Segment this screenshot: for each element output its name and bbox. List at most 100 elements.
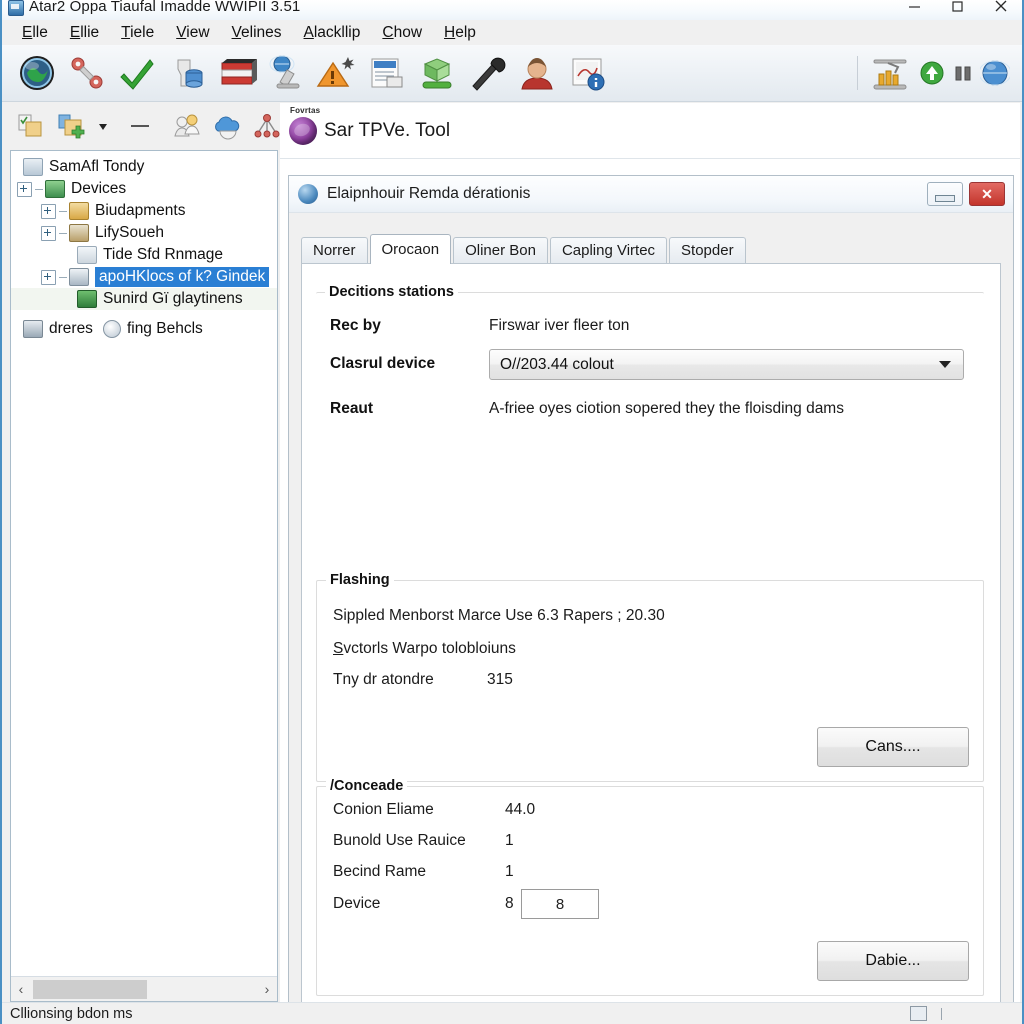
tree-item-sunird-gi-glaytinens[interactable]: Sunird Gï glaytinens xyxy=(11,288,277,310)
tree-item-tide-sfd-rnmage[interactable]: Tide Sfd Rnmage xyxy=(11,244,277,266)
menu-rest-2: iele xyxy=(130,23,155,41)
expander-icon[interactable] xyxy=(41,225,56,241)
tree-item-label: Tide Sfd Rnmage xyxy=(103,246,224,263)
green-up-arrow-icon[interactable] xyxy=(918,59,946,87)
inner-dialog: Elaipnhouir Remda dérationis ✕ Norrer Or… xyxy=(288,175,1014,1002)
menu-item-0[interactable]: Elle xyxy=(11,24,59,42)
cloud-icon[interactable] xyxy=(212,111,242,141)
device-input[interactable]: 8 xyxy=(521,889,599,919)
dialog-title-bar: Elaipnhouir Remda dérationis ✕ xyxy=(289,176,1013,213)
network-nodes-icon[interactable] xyxy=(252,111,282,141)
decisions-group: Decitions stations Rec by Firswar iver f… xyxy=(316,284,984,424)
tree-item-devices[interactable]: Devices xyxy=(11,178,277,200)
tree-item-biudapments[interactable]: Biudapments xyxy=(11,200,277,222)
cans-button[interactable]: Cans.... xyxy=(817,727,969,767)
rec-by-value: Firswar iver fleer ton xyxy=(489,317,630,334)
tree-item-samafl-tondy[interactable]: SamAfl Tondy xyxy=(11,156,277,178)
flashing-line-2-accel: S xyxy=(333,640,344,657)
menu-item-2[interactable]: Tiele xyxy=(110,24,165,42)
flashing-line-3-value: 315 xyxy=(487,671,513,688)
folder-icon xyxy=(69,202,89,220)
database-filter-icon[interactable] xyxy=(165,51,209,95)
decisions-group-legend: Decitions stations xyxy=(325,284,458,300)
book-stack-icon[interactable] xyxy=(215,51,259,95)
user-account-icon[interactable] xyxy=(515,51,559,95)
conceade-row-3-value: 8 xyxy=(505,895,514,912)
menu-accel-0: E xyxy=(22,23,33,41)
scroll-left-arrow-icon[interactable]: ‹ xyxy=(11,978,31,1001)
tree-item-lifysoueh[interactable]: LifySoueh xyxy=(11,222,277,244)
right-pane-title: Sar TPVe. Tool xyxy=(324,120,451,141)
menu-item-7[interactable]: Help xyxy=(433,24,487,42)
menu-item-3[interactable]: View xyxy=(165,24,220,42)
dialog-minimize-button[interactable] xyxy=(927,182,963,206)
report-info-icon[interactable] xyxy=(565,51,609,95)
tree-toolbar xyxy=(2,103,280,149)
tree-item-apohklocs[interactable]: apoHKlocs of k? Gindek xyxy=(11,266,277,288)
tree-item-label: Sunird Gï glaytinens xyxy=(103,290,243,307)
result-value: A-friee oyes ciotion sopered they the fl… xyxy=(489,400,844,417)
devices-folder-icon xyxy=(45,180,65,198)
tab-orocaon[interactable]: Orocaon xyxy=(369,234,452,264)
result-label: Reaut xyxy=(330,400,374,417)
tab-capling-virtec[interactable]: Capling Virtec xyxy=(549,237,668,263)
package-install-icon[interactable] xyxy=(415,51,459,95)
dialog-close-button[interactable]: ✕ xyxy=(969,182,1005,206)
scrollbar-thumb[interactable] xyxy=(33,979,147,999)
menu-rest-6: how xyxy=(393,23,423,41)
dabie-button[interactable]: Dabie... xyxy=(817,941,969,981)
tab-norrer[interactable]: Norrer xyxy=(301,237,368,263)
conceade-group: /Conceade Conion Eliame 44.0 Bunold Use … xyxy=(316,778,984,996)
flashing-line-2-rest: vctorls Warpo tolobloiuns xyxy=(343,640,516,657)
wrench-icon[interactable] xyxy=(465,51,509,95)
dialog-title: Elaipnhouir Remda dérationis xyxy=(327,185,531,202)
minimize-button[interactable] xyxy=(893,0,936,16)
clasrul-device-select[interactable]: O//203.44 colout xyxy=(489,349,964,380)
main-toolbar xyxy=(2,45,1022,102)
gears-link-icon[interactable] xyxy=(65,51,109,95)
conceade-row-0-label: Conion Eliame xyxy=(333,801,434,818)
blue-globe-icon[interactable] xyxy=(978,58,1012,88)
scroll-right-arrow-icon[interactable]: › xyxy=(257,978,277,1001)
scrollbar-track[interactable] xyxy=(31,978,257,1001)
maximize-button[interactable] xyxy=(936,0,979,16)
expander-icon[interactable] xyxy=(17,181,32,197)
users-icon[interactable] xyxy=(172,111,202,141)
menu-accel-2: T xyxy=(121,23,131,41)
remove-icon[interactable] xyxy=(128,111,152,141)
menu-item-4[interactable]: Velines xyxy=(221,24,293,42)
chevron-down-icon[interactable] xyxy=(96,111,110,141)
conceade-group-legend: /Conceade xyxy=(326,778,408,794)
close-button[interactable] xyxy=(979,0,1022,16)
document-properties-icon[interactable] xyxy=(365,51,409,95)
menu-item-1[interactable]: Ellie xyxy=(59,24,110,42)
right-pane: Fovrtas Sar TPVe. Tool Elaipnhouir Remda… xyxy=(280,103,1020,1002)
add-object-icon[interactable] xyxy=(56,111,86,141)
menu-rest-3: iew xyxy=(186,23,210,41)
status-panel-icon xyxy=(910,1006,927,1021)
warning-triangle-icon[interactable] xyxy=(315,51,359,95)
application-window: Atar2 Oppa Tiaufal Imadde WWIPII 3.51 El… xyxy=(0,0,1024,1024)
pause-icon[interactable] xyxy=(952,59,974,87)
menu-item-6[interactable]: Chow xyxy=(371,24,433,42)
new-object-icon[interactable] xyxy=(16,111,46,141)
tab-oliner-bon[interactable]: Oliner Bon xyxy=(453,237,548,263)
expander-icon[interactable] xyxy=(41,203,56,219)
flashing-group-legend: Flashing xyxy=(326,572,394,588)
menu-accel-3: V xyxy=(176,23,187,41)
tree-connector xyxy=(59,210,67,212)
chevron-down-icon[interactable] xyxy=(939,361,951,368)
test-tubes-icon[interactable] xyxy=(868,51,912,95)
tree-item-dreres[interactable]: dreres fing Behcls xyxy=(11,318,277,340)
disk-icon xyxy=(77,246,97,264)
expander-icon[interactable] xyxy=(41,269,56,285)
tab-stopder[interactable]: Stopder xyxy=(669,237,746,263)
menu-accel-5: A xyxy=(303,23,314,41)
green-tile-icon xyxy=(77,290,97,308)
green-check-icon[interactable] xyxy=(115,51,159,95)
globe-icon[interactable] xyxy=(15,51,59,95)
tree-horizontal-scrollbar[interactable]: ‹ › xyxy=(11,976,277,1001)
flashing-line-1: Sippled Menborst Marce Use 6.3 Rapers ; … xyxy=(333,607,665,624)
menu-item-5[interactable]: Alackllip xyxy=(293,24,372,42)
globe-microscope-icon[interactable] xyxy=(265,51,309,95)
